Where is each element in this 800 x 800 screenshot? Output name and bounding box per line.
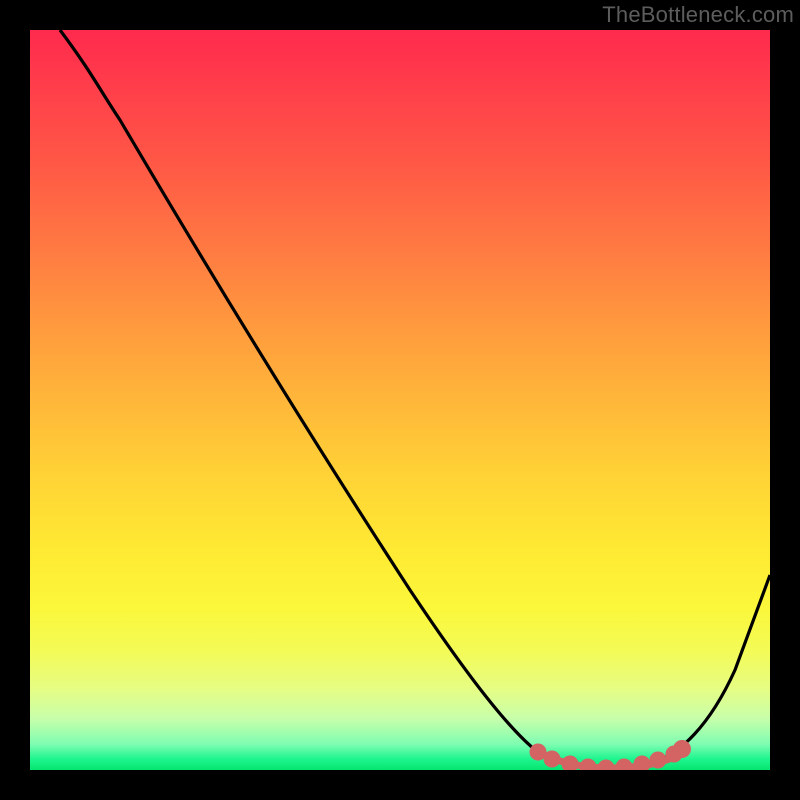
plot-area — [30, 30, 770, 770]
optimal-highlight — [533, 744, 688, 771]
chart-frame: TheBottleneck.com — [0, 0, 800, 800]
watermark-text: TheBottleneck.com — [602, 2, 794, 28]
curve-path — [60, 30, 770, 768]
bottleneck-curve — [30, 30, 770, 770]
